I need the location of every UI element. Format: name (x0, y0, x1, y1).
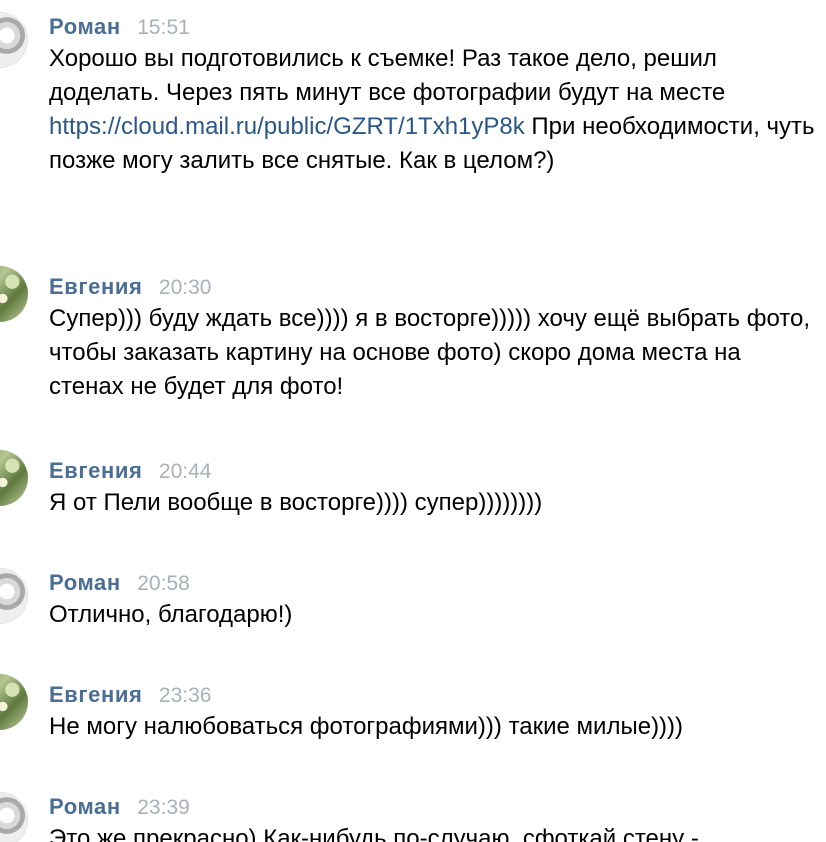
avatar-roman[interactable] (0, 12, 28, 68)
message-text: Это же прекрасно) Как-нибудь по-случаю, … (49, 825, 699, 842)
author-name[interactable]: Роман (49, 14, 121, 39)
message-text-part: Хорошо вы подготовились к съемке! Раз та… (49, 45, 726, 106)
author-name[interactable]: Евгения (49, 458, 142, 483)
message-text: Супер))) буду ждать все)))) я в восторге… (49, 305, 811, 400)
message-history[interactable]: Роман 15:51 Хорошо вы подготовились к съ… (0, 0, 826, 842)
avatar-roman[interactable] (0, 568, 28, 624)
message-text: Отлично, благодарю!) (49, 601, 293, 628)
message-header: Роман 20:58 (49, 568, 190, 598)
message-time[interactable]: 20:30 (159, 276, 212, 299)
message-header: Евгения 23:36 (49, 680, 211, 710)
message-text: Я от Пели вообще в восторге)))) супер)))… (49, 489, 543, 516)
avatar-evgenia[interactable] (0, 674, 28, 730)
message-header: Евгения 20:44 (49, 456, 211, 486)
message-text: Не могу налюбоваться фотографиями))) так… (49, 713, 684, 740)
avatar-evgenia[interactable] (0, 266, 28, 322)
message-text: Хорошо вы подготовились к съемке! Раз та… (49, 42, 817, 178)
message-header: Евгения 20:30 (49, 272, 211, 302)
message-time[interactable]: 23:39 (137, 796, 190, 819)
avatar-roman[interactable] (0, 792, 28, 842)
message-header: Роман 15:51 (49, 12, 190, 42)
message-time[interactable]: 15:51 (137, 16, 190, 39)
message-header: Роман 23:39 (49, 792, 190, 822)
author-name[interactable]: Евгения (49, 274, 142, 299)
author-name[interactable]: Евгения (49, 682, 142, 707)
author-name[interactable]: Роман (49, 570, 121, 595)
author-name[interactable]: Роман (49, 794, 121, 819)
avatar-evgenia[interactable] (0, 450, 28, 506)
message-time[interactable]: 23:36 (159, 684, 212, 707)
message-time[interactable]: 20:44 (159, 460, 212, 483)
message-time[interactable]: 20:58 (137, 572, 190, 595)
message-link[interactable]: https://cloud.mail.ru/public/GZRT/1Txh1y… (49, 113, 525, 140)
